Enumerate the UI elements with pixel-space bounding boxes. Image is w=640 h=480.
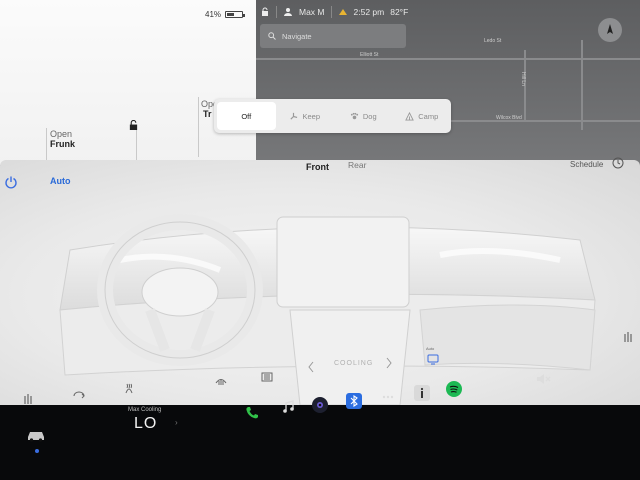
more-icon[interactable] — [380, 389, 396, 405]
mode-label: Keep — [302, 111, 321, 121]
schedule-button[interactable]: Schedule — [570, 160, 603, 169]
mode-label: Camp — [418, 111, 439, 121]
music-icon[interactable] — [280, 399, 296, 415]
map-pane[interactable]: Max M 2:52 pm 82°F Navigate Elliott St L… — [256, 0, 640, 165]
search-icon — [268, 32, 276, 40]
separator — [330, 6, 332, 18]
mode-off-button[interactable]: Off — [217, 102, 276, 130]
trunk-label: Tr — [203, 109, 212, 119]
seat-heater-icon[interactable] — [122, 382, 136, 396]
divider — [46, 128, 47, 160]
compass-button[interactable] — [598, 18, 622, 42]
chevron-right-icon[interactable] — [384, 356, 394, 370]
fan-icon — [290, 112, 298, 120]
active-indicator — [35, 449, 39, 453]
outside-temp: 82°F — [390, 7, 409, 17]
seat-heat-right-icon[interactable] — [622, 330, 636, 344]
auto-button[interactable]: Auto — [50, 176, 71, 186]
tesla-screen: 41% Open Frunk Open Tr Max M 2:52 pm 82°… — [0, 0, 640, 480]
divider — [136, 128, 137, 160]
recirculate-icon[interactable] — [72, 388, 86, 402]
frunk-label: Frunk — [50, 139, 76, 149]
cabin-illustration — [59, 214, 596, 405]
separator — [276, 6, 277, 18]
bluetooth-icon[interactable] — [346, 393, 362, 409]
frunk-open-label: Open — [50, 129, 73, 139]
lock-status-icon[interactable] — [260, 7, 270, 17]
defrost-front-icon[interactable] — [214, 373, 228, 387]
street-label: Wilcox Blvd — [496, 115, 522, 121]
map-road — [581, 40, 583, 130]
battery-icon — [225, 11, 246, 18]
bottom-dock: Max Cooling LO › — [0, 374, 640, 480]
vehicle-pane: 41% Open Frunk Open Tr — [0, 0, 262, 165]
defrost-rear-icon[interactable] — [260, 370, 274, 384]
mode-dog-button[interactable]: Dog — [334, 102, 393, 130]
lock-icon[interactable] — [128, 120, 139, 130]
battery-status: 41% — [205, 10, 246, 19]
driver-temperature[interactable]: LO — [134, 415, 157, 433]
volume-mute-icon[interactable] — [536, 373, 552, 385]
auto-small-label: Auto — [426, 346, 435, 351]
sentry-icon[interactable] — [338, 7, 348, 17]
mode-label: Off — [241, 111, 252, 121]
max-cooling-label: Max Cooling — [128, 407, 162, 413]
airflow-icon[interactable] — [426, 352, 440, 366]
navigate-placeholder: Navigate — [282, 31, 312, 41]
profile-name[interactable]: Max M — [299, 7, 325, 17]
tent-icon — [405, 111, 415, 121]
dog-icon — [350, 112, 358, 119]
cooling-label: COOLING — [334, 360, 374, 367]
divider — [198, 97, 199, 157]
clock-time: 2:52 pm — [353, 7, 385, 17]
spotify-icon[interactable] — [446, 381, 462, 397]
mode-label: Dog — [362, 111, 377, 121]
climate-mode-selector: Off Keep Dog Camp — [214, 99, 451, 133]
profile-icon[interactable] — [283, 7, 293, 17]
seat-heat-left-icon[interactable] — [22, 392, 36, 406]
clock-icon[interactable] — [612, 157, 624, 169]
street-label: Hill Ln — [520, 72, 526, 86]
info-icon[interactable] — [414, 385, 430, 401]
car-icon[interactable] — [26, 428, 46, 442]
power-icon[interactable] — [4, 175, 18, 189]
climate-panel: Auto Front Rear Schedule COOLING Auto — [0, 157, 640, 406]
chevron-left-icon[interactable] — [306, 360, 316, 374]
map-status-bar: Max M 2:52 pm 82°F — [256, 2, 476, 22]
tab-front[interactable]: Front — [306, 162, 329, 172]
navigate-search-box[interactable]: Navigate — [260, 24, 406, 48]
mode-keep-button[interactable]: Keep — [276, 102, 335, 130]
street-label: Elliott St — [360, 52, 379, 58]
compass-icon — [607, 24, 613, 34]
temp-right-chevron[interactable]: › — [175, 418, 178, 427]
phone-icon[interactable] — [244, 405, 260, 421]
street-label: Ledo St — [484, 38, 502, 44]
mode-camp-button[interactable]: Camp — [393, 102, 452, 130]
tab-rear[interactable]: Rear — [348, 160, 366, 170]
battery-percent: 41% — [205, 10, 222, 19]
camera-icon[interactable] — [312, 397, 328, 413]
